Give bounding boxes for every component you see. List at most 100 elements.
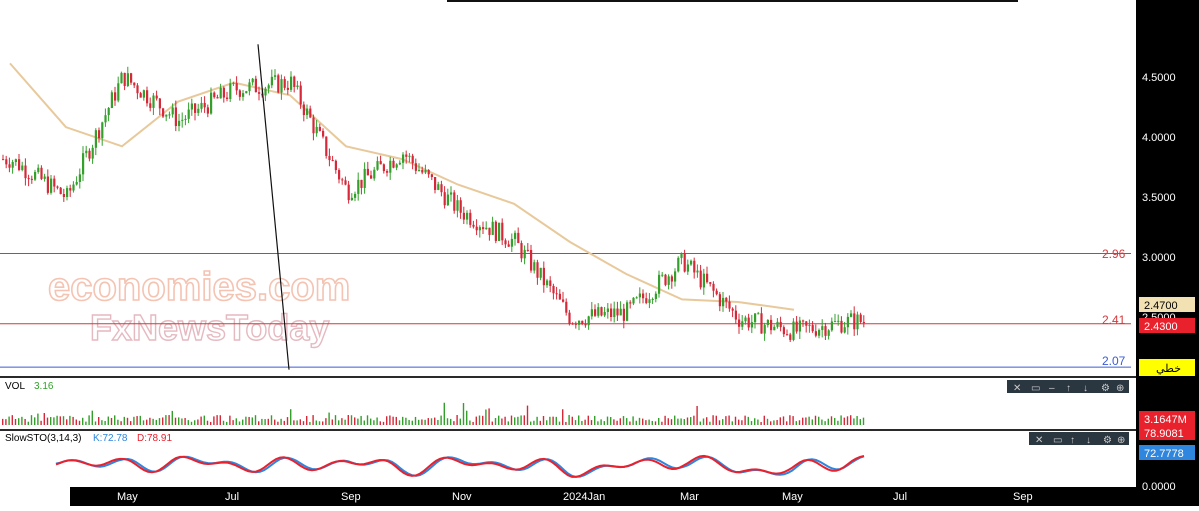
volume-bar [453,421,455,425]
candle [418,169,421,171]
maximize-icon[interactable]: ⊕ [1116,383,1124,394]
candle [331,160,334,162]
candle [267,85,270,89]
candle [178,120,181,127]
candle [587,316,590,326]
volume-bar [277,421,279,425]
close-icon[interactable]: ✕ [1035,435,1043,446]
candle [744,317,747,322]
volume-bar [430,418,433,425]
candle [680,252,683,258]
candle [50,178,53,193]
candle [619,308,622,316]
candle [446,194,449,206]
arrow-up-icon[interactable]: ↑ [1066,383,1071,394]
volume-bar [805,417,807,425]
arrow-down-icon[interactable]: ↓ [1083,383,1088,394]
candle [725,297,728,302]
candle [827,330,830,336]
settings-icon[interactable]: ⚙ [1101,383,1110,394]
candle [190,103,193,110]
candle [578,320,581,325]
volume-bar [546,420,548,425]
candle [421,169,424,173]
settings-icon[interactable]: ⚙ [1103,435,1112,446]
candle [43,176,46,179]
sto-toolbar[interactable]: ✕ ▭ ↑ ↓ ⚙ ⊕ [1029,432,1129,446]
volume-bar [795,421,797,425]
volume-bar [837,420,839,425]
arrow-up-icon[interactable]: ↑ [1070,435,1075,446]
candle [216,97,219,99]
volume-bar [296,420,298,425]
volume-bar [216,415,218,425]
candle [491,221,494,235]
volume-bar [590,420,593,425]
volume-bar [853,418,855,425]
candle [2,159,5,161]
candle [40,167,43,179]
volume-bar [565,421,567,425]
candle [386,171,389,173]
candle [197,108,200,113]
candle [574,323,577,325]
candle [373,169,376,179]
volume-bar [622,416,625,425]
volume-bar [760,421,762,425]
volume-bar [50,416,52,425]
candle [718,294,721,307]
price-tag-last-text: 2.4300 [1144,321,1178,333]
candle [485,227,488,230]
volume-bar [408,419,410,425]
window-icon[interactable]: ▭ [1053,435,1062,446]
chart-type-badge-text[interactable]: خطي [1156,363,1181,375]
volume-bar [149,417,151,425]
candle [818,330,821,336]
candle [648,299,651,303]
volume-bar [466,410,468,425]
volume-bar [171,410,173,425]
volume-bar [834,417,836,425]
candle [603,311,606,316]
candle [376,161,379,170]
volume-bar [702,418,705,425]
volume-bar [174,417,177,425]
candle [411,155,414,164]
volume-bar [46,417,49,425]
volume-bar [155,419,157,425]
volume-bar [344,419,346,425]
candle [203,102,206,108]
candle [789,334,792,340]
candle [5,159,8,165]
candle [395,164,398,168]
arrow-down-icon[interactable]: ↓ [1086,435,1091,446]
volume-bar [8,416,10,425]
volume-value: 3.16 [34,381,54,392]
candle [709,282,712,284]
candle [248,82,251,92]
volume-bar [18,418,20,425]
volume-bar [587,415,589,425]
volume-bar [757,419,759,425]
volume-toolbar[interactable]: ✕ ▭ ‒ ↑ ↓ ⚙ ⊕ [1007,380,1129,394]
close-icon[interactable]: ✕ [1013,383,1021,394]
candle [174,107,177,127]
maximize-icon[interactable]: ⊕ [1117,435,1125,446]
time-label: Sep [1013,491,1033,503]
volume-bar [146,419,148,425]
candle [488,227,491,235]
volume-bar [725,416,727,425]
volume-bar [747,416,749,425]
volume-bar [469,420,471,425]
candle [670,276,673,282]
volume-bar [302,421,305,425]
volume-bar [584,419,586,425]
window-icon[interactable]: ▭ [1031,383,1040,394]
candle [142,90,145,98]
candle [427,169,430,175]
candle [88,150,91,159]
candle [773,326,776,331]
candle [504,240,507,245]
minus-icon[interactable]: ‒ [1049,383,1055,394]
volume-bar [552,416,554,425]
